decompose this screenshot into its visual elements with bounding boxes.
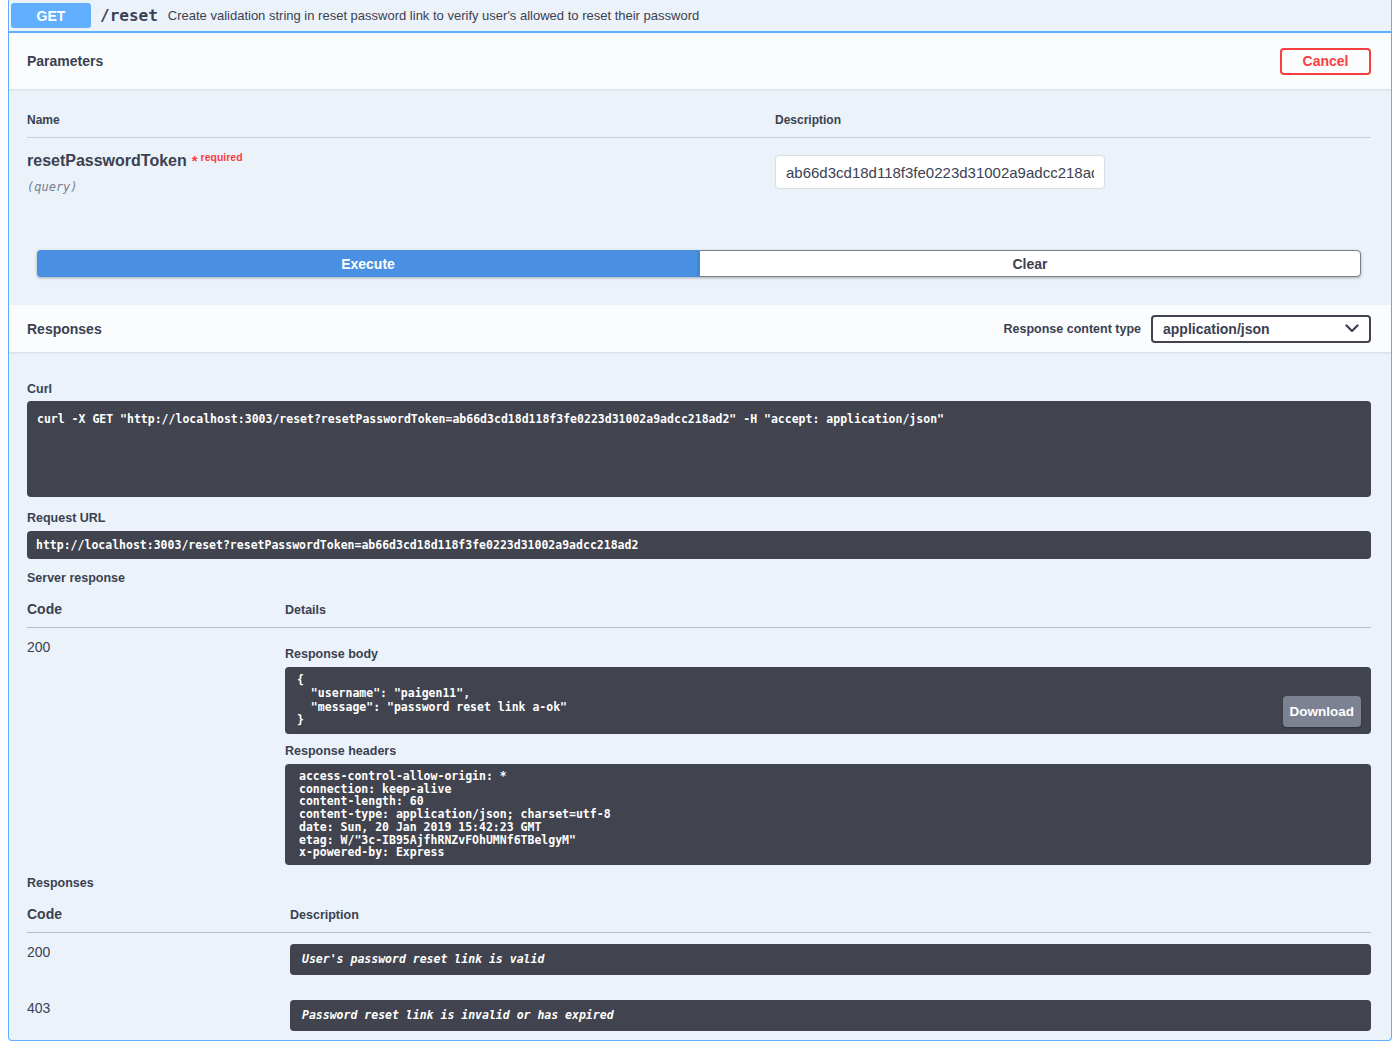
curl-command[interactable]: curl -X GET "http://localhost:3003/reset… — [27, 401, 1371, 497]
response-status-code: 200 — [27, 639, 285, 865]
response-content-type-label: Response content type — [1003, 322, 1141, 336]
responses-title: Responses — [27, 321, 102, 337]
server-response-title: Server response — [27, 571, 1371, 585]
name-column-header: Name — [27, 113, 773, 127]
code-column-header: Code — [27, 906, 285, 922]
description-column-header: Description — [773, 113, 1371, 127]
documented-responses-title: Responses — [27, 876, 1371, 890]
clear-button[interactable]: Clear — [699, 250, 1361, 277]
parameter-row: resetPasswordToken*required (query) — [27, 138, 1371, 238]
operation-summary[interactable]: GET /reset Create validation string in r… — [9, 0, 1391, 33]
parameters-title: Parameters — [27, 53, 103, 69]
response-content-type-value: application/json — [1163, 321, 1270, 337]
documented-responses-table-header: Code Description — [27, 890, 1371, 933]
operation-path: /reset — [100, 6, 158, 25]
details-column-header: Details — [285, 603, 1371, 617]
documented-response-row-200: 200 User's password reset link is valid — [27, 933, 1371, 975]
response-headers: access-control-allow-origin: * connectio… — [285, 764, 1371, 865]
required-asterisk: * — [192, 152, 198, 169]
description-column-header: Description — [285, 908, 1371, 922]
response-content-type-select[interactable]: application/json — [1151, 315, 1371, 343]
parameters-section-header: Parameters Cancel — [9, 33, 1391, 89]
response-description: User's password reset link is valid — [290, 944, 1371, 975]
operation-description: Create validation string in reset passwo… — [168, 8, 699, 23]
execute-button[interactable]: Execute — [37, 250, 699, 277]
responses-section-header: Responses Response content type applicat… — [9, 305, 1391, 352]
execute-row: Execute Clear — [37, 250, 1361, 277]
request-url: http://localhost:3003/reset?resetPasswor… — [27, 531, 1371, 559]
server-response-table-header: Code Details — [27, 585, 1371, 628]
parameter-value-input[interactable] — [775, 155, 1105, 189]
parameters-body: Name Description resetPasswordToken*requ… — [9, 89, 1391, 305]
server-response-row: 200 Response body { "username": "paigen1… — [27, 628, 1371, 865]
response-status-code: 200 — [27, 944, 285, 975]
cancel-button[interactable]: Cancel — [1280, 48, 1371, 75]
response-body-label: Response body — [285, 647, 1371, 661]
response-status-code: 403 — [27, 1000, 285, 1031]
download-button[interactable]: Download — [1283, 696, 1362, 727]
response-body: { "username": "paigen11", "message": "pa… — [285, 667, 1371, 734]
request-url-label: Request URL — [27, 511, 1371, 525]
operation-block: GET /reset Create validation string in r… — [8, 0, 1392, 1041]
parameter-location: (query) — [27, 180, 773, 194]
responses-body: Curl curl -X GET "http://localhost:3003/… — [9, 352, 1391, 1040]
documented-response-row-403: 403 Password reset link is invalid or ha… — [27, 989, 1371, 1031]
response-headers-label: Response headers — [285, 744, 1371, 758]
chevron-down-icon — [1345, 324, 1359, 333]
parameter-name: resetPasswordToken*required — [27, 152, 773, 170]
parameters-table-header: Name Description — [27, 89, 1371, 138]
curl-label: Curl — [27, 382, 1371, 396]
code-column-header: Code — [27, 601, 285, 617]
http-method-badge: GET — [11, 3, 91, 28]
response-description: Password reset link is invalid or has ex… — [290, 1000, 1371, 1031]
required-label: required — [201, 151, 243, 163]
